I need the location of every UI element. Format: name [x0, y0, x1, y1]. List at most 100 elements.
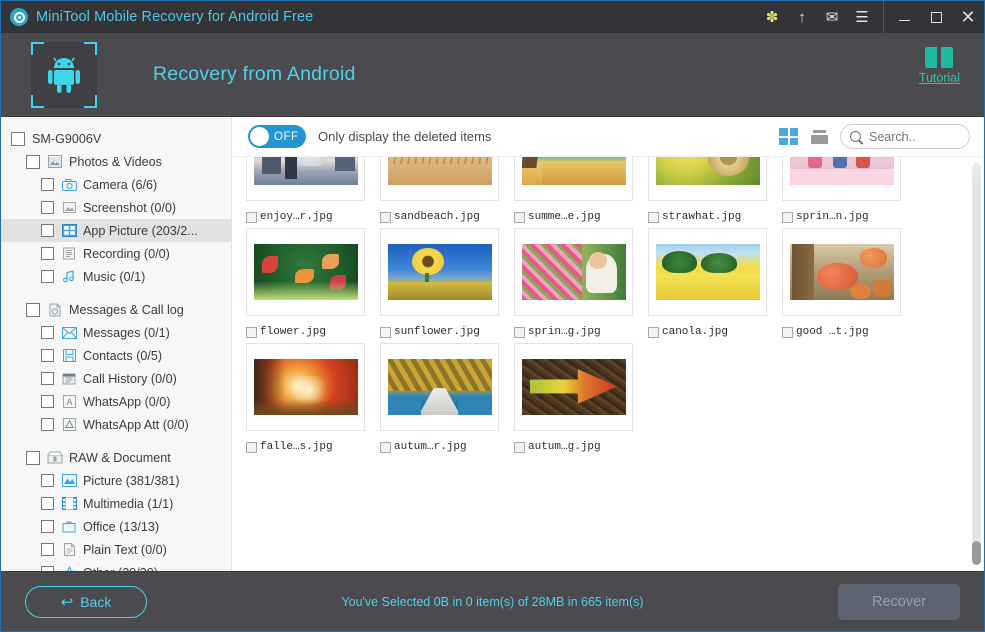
checkbox[interactable]: [41, 270, 54, 283]
checkbox[interactable]: [26, 303, 40, 317]
file-name-row[interactable]: strawhat.jpg: [648, 206, 782, 228]
search-input[interactable]: [867, 129, 960, 145]
sidebar-item-call-history[interactable]: Call History (0/0): [1, 367, 231, 390]
file-name-row[interactable]: autum…r.jpg: [380, 436, 514, 458]
checkbox[interactable]: [41, 520, 54, 533]
thumbnail-frame: [514, 228, 633, 316]
checkbox[interactable]: [41, 543, 54, 556]
file-name-row[interactable]: sandbeach.jpg: [380, 206, 514, 228]
sidebar-item-screenshot[interactable]: Screenshot (0/0): [1, 196, 231, 219]
file-name: sprin…n.jpg: [796, 211, 869, 223]
upload-icon[interactable]: ↑: [787, 1, 817, 33]
file-tile[interactable]: flower.jpg: [246, 228, 380, 343]
file-checkbox[interactable]: [246, 442, 257, 453]
minimize-button[interactable]: [888, 1, 920, 33]
sidebar-item-whatsapp[interactable]: A WhatsApp (0/0): [1, 390, 231, 413]
file-tile[interactable]: good …t.jpg: [782, 228, 916, 343]
file-name-row[interactable]: sprin…g.jpg: [514, 321, 648, 343]
sidebar-item-picture[interactable]: Picture (381/381): [1, 469, 231, 492]
checkbox[interactable]: [41, 474, 54, 487]
file-name-row[interactable]: canola.jpg: [648, 321, 782, 343]
checkbox[interactable]: [41, 178, 54, 191]
file-tile[interactable]: autum…g.jpg: [514, 343, 648, 458]
sidebar-item-other[interactable]: Other (39/39): [1, 561, 231, 571]
file-tile[interactable]: strawhat.jpg: [648, 157, 782, 228]
sidebar-item-messages[interactable]: Messages (0/1): [1, 321, 231, 344]
file-checkbox[interactable]: [514, 212, 525, 223]
sidebar-group-photos-videos[interactable]: Photos & Videos: [1, 150, 231, 173]
sidebar-item-device[interactable]: SM-G9006V: [1, 127, 231, 150]
sidebar-item-recording[interactable]: Recording (0/0): [1, 242, 231, 265]
file-checkbox[interactable]: [648, 212, 659, 223]
grid-view-icon[interactable]: [779, 128, 798, 145]
file-tile[interactable]: sprin…g.jpg: [514, 228, 648, 343]
checkbox[interactable]: [41, 395, 54, 408]
sidebar-item-plain-text[interactable]: Plain Text (0/0): [1, 538, 231, 561]
sidebar-tree[interactable]: SM-G9006V Photos & Videos Camera (6/6): [1, 117, 232, 571]
sidebar-item-music[interactable]: Music (0/1): [1, 265, 231, 288]
sidebar-item-app-picture[interactable]: App Picture (203/2...: [1, 219, 231, 242]
checkbox[interactable]: [41, 372, 54, 385]
file-checkbox[interactable]: [246, 327, 257, 338]
recover-button[interactable]: Recover: [838, 584, 960, 620]
file-name-row[interactable]: enjoy…r.jpg: [246, 206, 380, 228]
back-button[interactable]: ↩ Back: [25, 586, 147, 618]
file-checkbox[interactable]: [782, 212, 793, 223]
sidebar-item-multimedia[interactable]: Multimedia (1/1): [1, 492, 231, 515]
file-checkbox[interactable]: [380, 212, 391, 223]
deleted-items-toggle[interactable]: OFF: [248, 125, 306, 148]
file-name-row[interactable]: falle…s.jpg: [246, 436, 380, 458]
file-tile[interactable]: canola.jpg: [648, 228, 782, 343]
sidebar-item-whatsapp-att[interactable]: WhatsApp Att (0/0): [1, 413, 231, 436]
key-icon[interactable]: ✽: [757, 1, 787, 33]
close-button[interactable]: ✕: [952, 1, 984, 33]
file-name: flower.jpg: [260, 326, 326, 338]
file-checkbox[interactable]: [514, 327, 525, 338]
checkbox[interactable]: [41, 326, 54, 339]
checkbox[interactable]: [41, 497, 54, 510]
sidebar-group-messages-calllog[interactable]: Messages & Call log: [1, 298, 231, 321]
checkbox[interactable]: [41, 247, 54, 260]
file-checkbox[interactable]: [782, 327, 793, 338]
sidebar-item-contacts[interactable]: Contacts (0/5): [1, 344, 231, 367]
file-tile[interactable]: summe…e.jpg: [514, 157, 648, 228]
file-name-row[interactable]: flower.jpg: [246, 321, 380, 343]
file-tile[interactable]: enjoy…r.jpg: [246, 157, 380, 228]
menu-icon[interactable]: ☰: [847, 1, 877, 33]
mail-icon[interactable]: ✉: [817, 1, 847, 33]
file-checkbox[interactable]: [246, 212, 257, 223]
app-picture-icon: [61, 223, 77, 239]
search-box[interactable]: [840, 124, 970, 149]
music-icon: [61, 269, 77, 285]
file-name-row[interactable]: summe…e.jpg: [514, 206, 648, 228]
file-tile[interactable]: sandbeach.jpg: [380, 157, 514, 228]
file-tile[interactable]: sprin…n.jpg: [782, 157, 916, 228]
checkbox[interactable]: [26, 155, 40, 169]
content-scrollbar[interactable]: [972, 163, 981, 565]
file-tile[interactable]: sunflower.jpg: [380, 228, 514, 343]
file-checkbox[interactable]: [648, 327, 659, 338]
checkbox[interactable]: [41, 224, 54, 237]
checkbox[interactable]: [41, 201, 54, 214]
file-checkbox[interactable]: [380, 442, 391, 453]
sidebar-item-camera[interactable]: Camera (6/6): [1, 173, 231, 196]
file-tile[interactable]: falle…s.jpg: [246, 343, 380, 458]
checkbox[interactable]: [41, 349, 54, 362]
scrollbar-thumb[interactable]: [972, 541, 981, 565]
file-name-row[interactable]: autum…g.jpg: [514, 436, 648, 458]
sidebar-item-office[interactable]: Office (13/13): [1, 515, 231, 538]
file-checkbox[interactable]: [514, 442, 525, 453]
file-name-row[interactable]: sprin…n.jpg: [782, 206, 916, 228]
maximize-button[interactable]: [920, 1, 952, 33]
file-name-row[interactable]: sunflower.jpg: [380, 321, 514, 343]
file-name-row[interactable]: good …t.jpg: [782, 321, 916, 343]
checkbox[interactable]: [26, 451, 40, 465]
file-tile[interactable]: autum…r.jpg: [380, 343, 514, 458]
file-checkbox[interactable]: [380, 327, 391, 338]
list-view-icon[interactable]: [810, 128, 828, 145]
scrollbar-thumb-light[interactable]: [972, 177, 981, 539]
checkbox[interactable]: [11, 132, 25, 146]
sidebar-group-raw-document[interactable]: RAW & Document: [1, 446, 231, 469]
checkbox[interactable]: [41, 418, 54, 431]
tutorial-link[interactable]: Tutorial: [919, 47, 960, 85]
